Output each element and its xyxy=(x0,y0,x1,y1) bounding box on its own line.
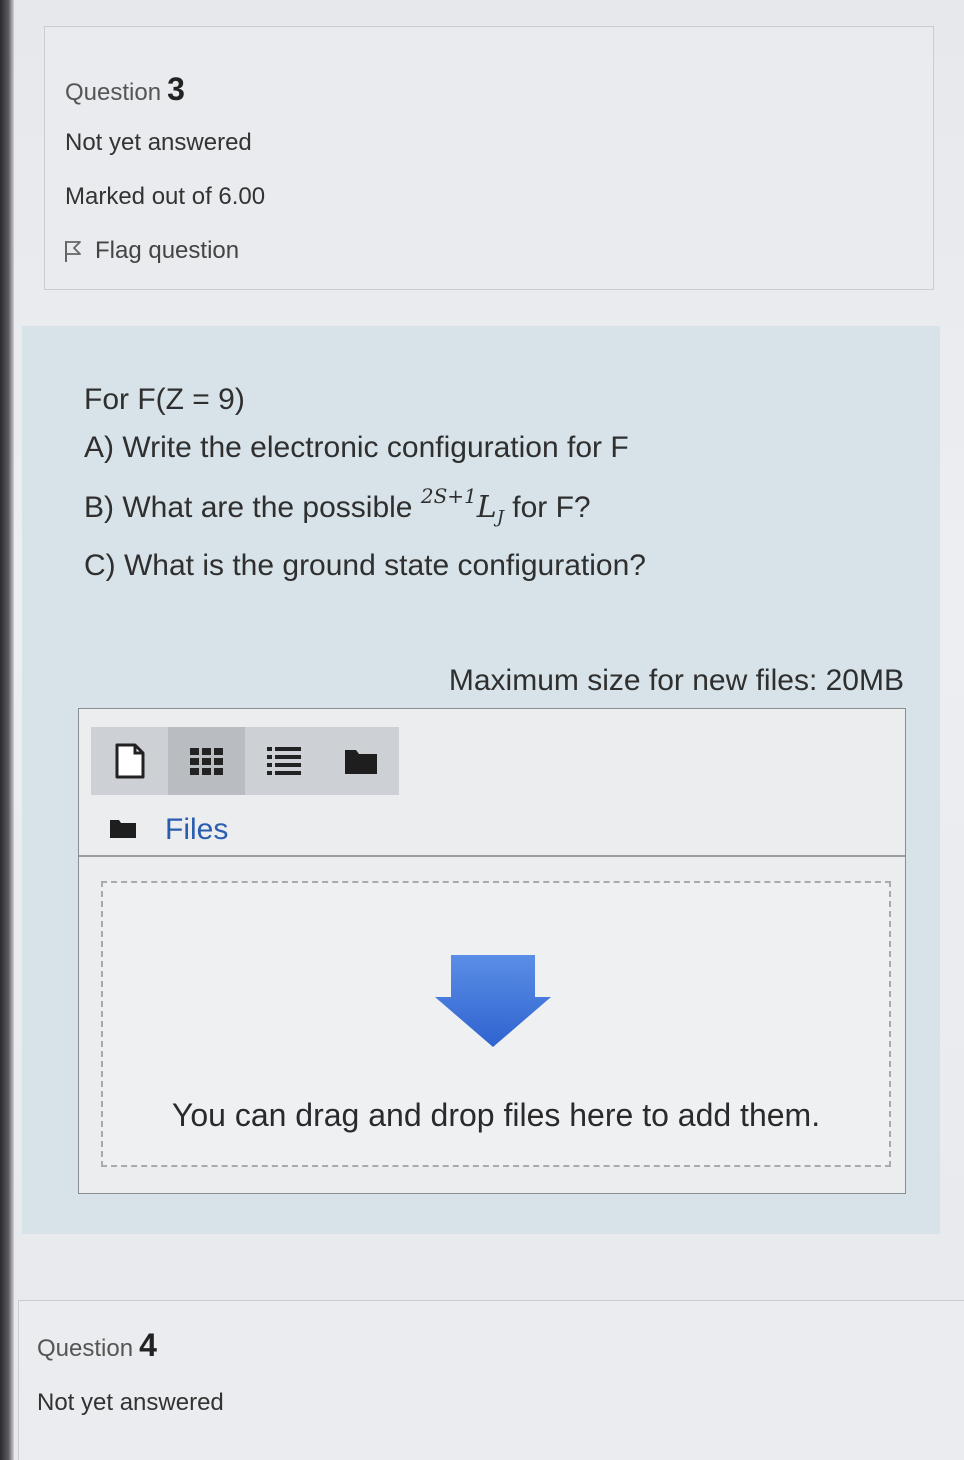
next-question-number: Question 4 xyxy=(37,1327,157,1364)
question-label: Question xyxy=(65,79,162,106)
question-line-b-suffix: for F? xyxy=(512,491,591,524)
question-line-b: B) What are the possible 2S+1LJ for F? xyxy=(84,472,646,542)
question-text: For F(Z = 9) A) Write the electronic con… xyxy=(84,376,646,590)
question-number: Question 3 xyxy=(65,71,185,108)
drop-arrow-icon xyxy=(433,953,553,1054)
list-view-button[interactable] xyxy=(245,727,322,795)
question-number-value: 3 xyxy=(167,71,185,107)
file-manager-toolbar xyxy=(91,727,399,795)
term-superscript: 2S+1 xyxy=(420,484,477,508)
folder-icon xyxy=(109,817,137,844)
add-file-button[interactable] xyxy=(91,727,168,795)
flag-icon xyxy=(63,239,83,263)
term-letter: L xyxy=(476,490,497,525)
next-question-state: Not yet answered xyxy=(37,1389,224,1416)
question-state: Not yet answered xyxy=(65,129,252,156)
question-grade: Marked out of 6.00 xyxy=(65,183,266,210)
question-line-c: C) What is the ground state configuratio… xyxy=(84,549,646,582)
question-line-1: For F(Z = 9) xyxy=(84,383,245,416)
term-symbol: 2S+1LJ xyxy=(421,484,504,528)
question-line-b-prefix: B) What are the possible xyxy=(84,491,413,524)
grid-view-button[interactable] xyxy=(168,727,245,795)
drop-instructions: You can drag and drop files here to add … xyxy=(171,1097,821,1133)
question-info-box: Question 3 Not yet answered Marked out of… xyxy=(44,26,934,290)
file-manager: Files You can drag and drop files here t… xyxy=(78,708,906,1194)
list-view-icon xyxy=(265,745,303,777)
flag-question-link[interactable]: Flag question xyxy=(63,237,239,265)
folder-view-button[interactable] xyxy=(322,727,399,795)
screen-edge xyxy=(0,0,14,1460)
max-file-size: Maximum size for new files: 20MB xyxy=(448,664,904,697)
term-subscript: J xyxy=(496,507,504,528)
file-drop-zone[interactable]: You can drag and drop files here to add … xyxy=(101,881,891,1167)
question-line-a: A) Write the electronic configuration fo… xyxy=(84,431,629,464)
next-question-number-value: 4 xyxy=(139,1327,157,1363)
grid-view-icon xyxy=(188,746,226,776)
add-file-icon xyxy=(113,742,147,780)
quiz-page: Question 3 Not yet answered Marked out of… xyxy=(0,0,964,1460)
files-path-link[interactable]: Files xyxy=(165,813,228,847)
flag-question-label: Flag question xyxy=(95,237,240,264)
file-manager-divider xyxy=(79,855,905,857)
question-content: For F(Z = 9) A) Write the electronic con… xyxy=(22,326,940,1234)
file-path-breadcrumb: Files xyxy=(109,813,228,847)
next-question-label: Question xyxy=(37,1335,134,1362)
folder-view-icon xyxy=(343,746,379,776)
next-question-info-box: Question 4 Not yet answered xyxy=(18,1300,964,1460)
